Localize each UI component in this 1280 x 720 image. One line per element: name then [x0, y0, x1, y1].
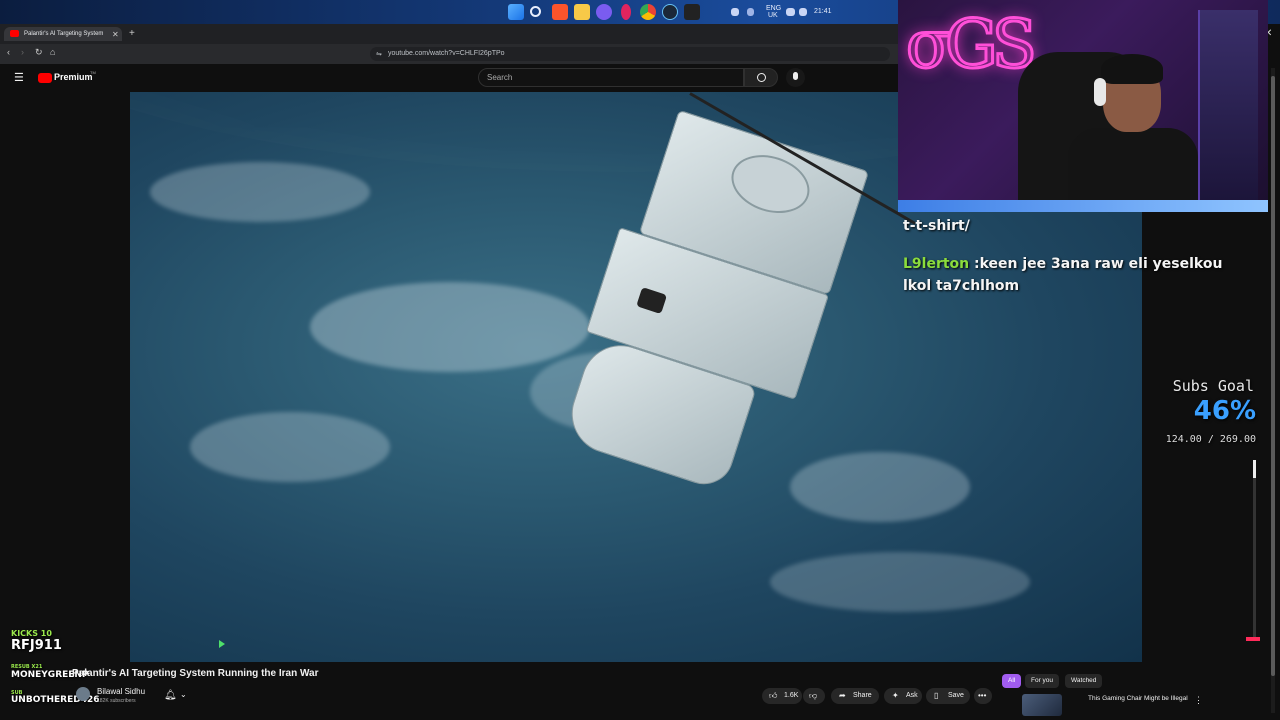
goal-marker	[1246, 637, 1260, 641]
save-label: Save	[948, 692, 964, 699]
tab-title: Palantir's AI Targeting System	[24, 31, 104, 37]
video-title: Palantir's AI Targeting System Running t…	[72, 668, 319, 679]
ask-button[interactable]: ✦ Ask	[884, 688, 922, 704]
chrome-icon[interactable]	[640, 4, 656, 20]
forward-icon[interactable]: ›	[21, 47, 24, 57]
shelf	[1198, 10, 1258, 200]
recommended-thumbnail[interactable]	[1022, 694, 1062, 716]
channel-name[interactable]: Bilawal Sidhu	[97, 687, 145, 696]
network-icon[interactable]	[786, 8, 795, 16]
neon-logo: σGS	[905, 5, 1039, 85]
scrollbar-thumb[interactable]	[1271, 76, 1275, 676]
share-icon: ➦	[839, 691, 846, 700]
search-icon[interactable]	[530, 6, 541, 17]
chip-for-you[interactable]: For you	[1025, 674, 1060, 688]
address-bar[interactable]: ⇋ youtube.com/watch?v=CHLFI26pTPo	[370, 47, 890, 61]
app-red-icon[interactable]	[621, 4, 631, 20]
subs-goal-title: Subs Goal	[1172, 377, 1254, 395]
subs-goal-fill	[1253, 460, 1256, 478]
reload-icon[interactable]: ↻	[35, 47, 43, 58]
microphone-icon	[793, 72, 798, 80]
youtube-play-icon	[38, 73, 52, 83]
more-actions-button[interactable]: •••	[974, 688, 992, 704]
site-info-icon[interactable]: ⇋	[376, 50, 382, 58]
close-tab-icon[interactable]: ✕	[112, 30, 119, 39]
browser-tab[interactable]: Palantir's AI Targeting System	[4, 27, 122, 41]
home-icon[interactable]: ⌂	[50, 47, 55, 57]
voice-search-button[interactable]	[786, 68, 805, 87]
cloud-decoration	[790, 452, 970, 522]
recommended-title[interactable]: This Gaming Chair Might be Illegal	[1088, 694, 1188, 703]
dislike-button[interactable]: 👎︎	[803, 688, 825, 704]
menu-icon[interactable]: ☰	[14, 71, 24, 84]
subscriber-count: 182K subscribers	[97, 698, 136, 704]
chat-text-continued: lkol ta7chlhom	[903, 278, 1020, 294]
url-text: youtube.com/watch?v=CHLFI26pTPo	[388, 50, 505, 57]
share-button[interactable]: ➦ Share	[831, 688, 879, 704]
chevron-down-icon[interactable]: ⌄	[180, 690, 187, 699]
kicks-user: RFJ911	[11, 638, 62, 653]
chip-watched[interactable]: Watched	[1065, 674, 1103, 688]
headphones	[1094, 78, 1106, 106]
notification-bell-icon[interactable]: 🔔︎	[164, 690, 177, 701]
discord-icon[interactable]	[596, 4, 612, 20]
chat-username: L9lerton	[903, 256, 970, 272]
volume-icon[interactable]	[799, 8, 807, 16]
thumbs-up-icon: 👍︎	[769, 691, 778, 700]
search-icon	[757, 73, 766, 82]
share-label: Share	[853, 692, 872, 699]
cloud-decoration	[770, 552, 1030, 612]
language-indicator[interactable]: ENG UK	[766, 5, 781, 19]
file-explorer-icon[interactable]	[574, 4, 590, 20]
more-vertical-icon[interactable]: ⋮	[1194, 695, 1203, 706]
like-count: 1.6K	[784, 692, 799, 699]
save-button[interactable]: ▯ Save	[926, 688, 970, 704]
streamer-hair	[1101, 54, 1163, 84]
page-scrollbar[interactable]	[1271, 68, 1275, 713]
thumbs-down-icon: 👎︎	[809, 691, 818, 700]
tray-grid-icon[interactable]	[731, 8, 739, 16]
new-tab-button[interactable]: +	[129, 28, 135, 39]
app-dark-icon[interactable]	[684, 4, 700, 20]
keyboard-layout: UK	[768, 12, 778, 19]
like-button[interactable]: 👍︎ 1.6K	[762, 688, 802, 704]
subs-goal-track	[1253, 460, 1256, 640]
clock[interactable]: 21:41	[814, 8, 832, 15]
premium-label: Premium	[54, 72, 93, 82]
ask-label: Ask	[906, 692, 918, 699]
brave-browser-icon[interactable]	[552, 4, 568, 20]
subs-goal-percent: 46%	[1193, 396, 1256, 426]
bookmark-icon: ▯	[934, 691, 939, 700]
subs-goal-numbers: 124.00 / 269.00	[1165, 434, 1256, 445]
cloud-decoration	[190, 412, 390, 482]
webcam-overlay: σGS	[898, 0, 1268, 212]
steam-icon[interactable]	[662, 4, 678, 20]
windows-start-icon[interactable]	[508, 4, 524, 20]
chat-text: :keen jee 3ana raw eli yeselkou	[974, 256, 1223, 272]
kicks-label: KICKS 10	[11, 629, 52, 638]
tray-bell-icon[interactable]	[747, 8, 754, 16]
search-button[interactable]	[744, 68, 778, 87]
cloud-decoration	[310, 282, 590, 372]
trademark-label: TM	[90, 70, 96, 75]
chat-message-partial: t-t-shirt/	[903, 218, 970, 234]
back-icon[interactable]: ‹	[7, 47, 10, 57]
cloud-decoration	[150, 162, 370, 222]
more-horizontal-icon: •••	[978, 691, 987, 700]
channel-avatar[interactable]	[76, 687, 90, 701]
chip-all[interactable]: All	[1002, 674, 1022, 688]
webcam-frame-bar	[898, 200, 1268, 212]
youtube-favicon-icon	[10, 30, 19, 37]
sparkle-icon: ✦	[892, 691, 899, 700]
browser-tab-strip	[0, 24, 900, 44]
search-input[interactable]: Search	[478, 68, 744, 87]
progress-marker-icon	[219, 640, 225, 648]
chat-message: L9lerton :keen jee 3ana raw eli yeselkou…	[903, 253, 1243, 297]
language-code: ENG	[766, 5, 782, 12]
